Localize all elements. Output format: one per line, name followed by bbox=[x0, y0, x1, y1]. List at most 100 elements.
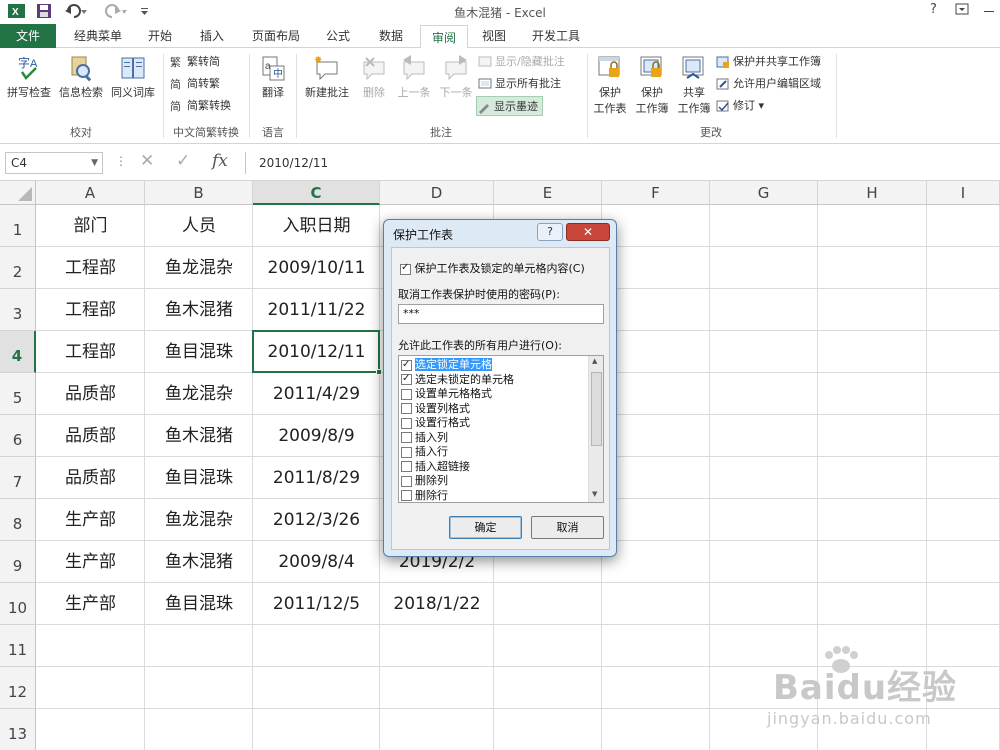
show-hide-comment-button[interactable]: 显示/隐藏批注 bbox=[478, 52, 565, 72]
name-box[interactable]: C4 ▼ bbox=[5, 152, 103, 174]
ok-button[interactable]: 确定 bbox=[449, 516, 522, 539]
permission-checkbox[interactable] bbox=[401, 490, 412, 501]
header-cell[interactable]: 部门 bbox=[36, 205, 145, 247]
column-header-h[interactable]: H bbox=[818, 181, 927, 205]
table-cell[interactable]: 生产部 bbox=[36, 541, 145, 583]
insert-function-icon[interactable]: fx bbox=[212, 151, 228, 171]
table-cell[interactable]: 品质部 bbox=[36, 415, 145, 457]
tab-page-layout[interactable]: 页面布局 bbox=[244, 24, 308, 48]
delete-comment-button[interactable]: 删除 bbox=[356, 54, 392, 100]
show-all-comments-button[interactable]: 显示所有批注 bbox=[478, 74, 561, 94]
permission-item[interactable]: 设置单元格格式 bbox=[401, 387, 585, 401]
tab-file[interactable]: 文件 bbox=[0, 24, 56, 48]
tab-formulas[interactable]: 公式 bbox=[318, 24, 358, 48]
table-cell[interactable]: 工程部 bbox=[36, 247, 145, 289]
chevron-down-icon[interactable]: ▼ bbox=[91, 153, 98, 173]
table-cell[interactable]: 2012/3/26 bbox=[253, 499, 380, 541]
protect-sheet-button[interactable]: 保护 工作表 bbox=[590, 54, 630, 116]
table-cell[interactable]: 生产部 bbox=[36, 583, 145, 625]
permissions-scrollbar[interactable]: ▲ ▼ bbox=[588, 356, 603, 502]
tab-view[interactable]: 视图 bbox=[474, 24, 514, 48]
row-header-8[interactable]: 8 bbox=[0, 499, 36, 541]
translate-button[interactable]: a中 翻译 bbox=[254, 54, 292, 100]
table-cell[interactable]: 2009/8/4 bbox=[253, 541, 380, 583]
track-changes-button[interactable]: 修订 ▾ bbox=[716, 96, 764, 116]
permission-checkbox[interactable] bbox=[401, 446, 412, 458]
tab-classic-menu[interactable]: 经典菜单 bbox=[66, 24, 130, 48]
permission-item[interactable]: 选定锁定单元格 bbox=[401, 358, 585, 372]
permission-checkbox[interactable] bbox=[401, 432, 412, 443]
spell-check-button[interactable]: 字A 拼写检查 bbox=[4, 54, 54, 100]
table-cell[interactable]: 2009/8/9 bbox=[253, 415, 380, 457]
row-header-11[interactable]: 11 bbox=[0, 625, 36, 667]
row-header-6[interactable]: 6 bbox=[0, 415, 36, 457]
permission-checkbox[interactable] bbox=[401, 372, 412, 386]
trad-to-simp-button[interactable]: 繁繁转简 bbox=[170, 52, 220, 72]
table-cell[interactable]: 鱼龙混杂 bbox=[145, 373, 253, 415]
help-icon[interactable]: ? bbox=[930, 2, 937, 17]
table-cell[interactable]: 鱼目混珠 bbox=[145, 331, 253, 373]
row-header-9[interactable]: 9 bbox=[0, 541, 36, 583]
enter-entry-icon[interactable]: ✓ bbox=[176, 151, 190, 171]
table-cell[interactable]: 鱼木混猪 bbox=[145, 541, 253, 583]
tab-home[interactable]: 开始 bbox=[140, 24, 180, 48]
column-header-i[interactable]: I bbox=[927, 181, 1000, 205]
column-header-g[interactable]: G bbox=[710, 181, 818, 205]
show-ink-button[interactable]: 显示墨迹 bbox=[476, 96, 543, 116]
row-header-12[interactable]: 12 bbox=[0, 667, 36, 709]
table-cell[interactable]: 品质部 bbox=[36, 373, 145, 415]
fill-handle[interactable] bbox=[376, 369, 382, 375]
permission-item[interactable]: 设置列格式 bbox=[401, 402, 585, 416]
next-comment-button[interactable]: 下一条 bbox=[436, 54, 476, 100]
table-cell[interactable]: 2018/1/22 bbox=[380, 583, 494, 625]
table-cell[interactable]: 品质部 bbox=[36, 457, 145, 499]
dialog-help-button[interactable]: ? bbox=[537, 223, 563, 241]
permissions-list[interactable]: ▲ ▼ 选定锁定单元格选定未锁定的单元格设置单元格格式设置列格式设置行格式插入列… bbox=[398, 355, 604, 503]
row-header-3[interactable]: 3 bbox=[0, 289, 36, 331]
new-comment-button[interactable]: ✸ 新建批注 bbox=[300, 54, 354, 100]
permission-item[interactable]: 插入超链接 bbox=[401, 460, 585, 474]
permission-item[interactable]: 选定未锁定的单元格 bbox=[401, 372, 585, 387]
permission-item[interactable]: 删除行 bbox=[401, 489, 585, 503]
row-header-7[interactable]: 7 bbox=[0, 457, 36, 499]
permission-item[interactable]: 设置行格式 bbox=[401, 416, 585, 430]
minimize-icon[interactable] bbox=[983, 5, 995, 21]
select-all-corner[interactable] bbox=[0, 181, 36, 205]
research-button[interactable]: 信息检索 bbox=[56, 54, 106, 100]
scroll-thumb[interactable] bbox=[591, 372, 602, 446]
permission-checkbox[interactable] bbox=[401, 358, 412, 372]
table-cell[interactable]: 鱼木混猪 bbox=[145, 415, 253, 457]
allow-edit-ranges-button[interactable]: 允许用户编辑区域 bbox=[716, 74, 821, 94]
column-header-d[interactable]: D bbox=[380, 181, 494, 205]
row-header-13[interactable]: 13 bbox=[0, 709, 36, 750]
table-cell[interactable]: 2009/10/11 bbox=[253, 247, 380, 289]
tab-data[interactable]: 数据 bbox=[371, 24, 411, 48]
cancel-entry-icon[interactable]: ✕ bbox=[140, 151, 154, 171]
cancel-button[interactable]: 取消 bbox=[531, 516, 604, 539]
table-cell[interactable]: 工程部 bbox=[36, 331, 145, 373]
table-cell[interactable]: 2011/8/29 bbox=[253, 457, 380, 499]
table-cell[interactable]: 2011/11/22 bbox=[253, 289, 380, 331]
protect-contents-checkbox[interactable] bbox=[400, 262, 411, 275]
row-header-10[interactable]: 10 bbox=[0, 583, 36, 625]
table-cell[interactable]: 生产部 bbox=[36, 499, 145, 541]
tab-review[interactable]: 审阅 bbox=[420, 25, 468, 49]
permission-checkbox[interactable] bbox=[401, 417, 412, 429]
column-header-b[interactable]: B bbox=[145, 181, 253, 205]
protect-share-workbook-button[interactable]: 保护并共享工作簿 bbox=[716, 52, 821, 72]
header-cell[interactable]: 人员 bbox=[145, 205, 253, 247]
permission-checkbox[interactable] bbox=[401, 461, 412, 472]
permission-checkbox[interactable] bbox=[401, 388, 412, 400]
table-cell[interactable]: 鱼目混珠 bbox=[145, 583, 253, 625]
ribbon-display-icon[interactable] bbox=[955, 2, 969, 20]
previous-comment-button[interactable]: 上一条 bbox=[394, 54, 434, 100]
share-workbook-button[interactable]: 共享 工作簿 bbox=[674, 54, 714, 116]
scroll-up-icon[interactable]: ▲ bbox=[592, 357, 597, 365]
table-cell[interactable]: 鱼龙混杂 bbox=[145, 247, 253, 289]
row-header-2[interactable]: 2 bbox=[0, 247, 36, 289]
protect-workbook-button[interactable]: 保护 工作簿 bbox=[632, 54, 672, 116]
table-cell[interactable]: 鱼龙混杂 bbox=[145, 499, 253, 541]
formula-input[interactable]: 2010/12/11 bbox=[245, 152, 1000, 174]
table-cell[interactable]: 2011/12/5 bbox=[253, 583, 380, 625]
table-cell[interactable]: 鱼目混珠 bbox=[145, 457, 253, 499]
